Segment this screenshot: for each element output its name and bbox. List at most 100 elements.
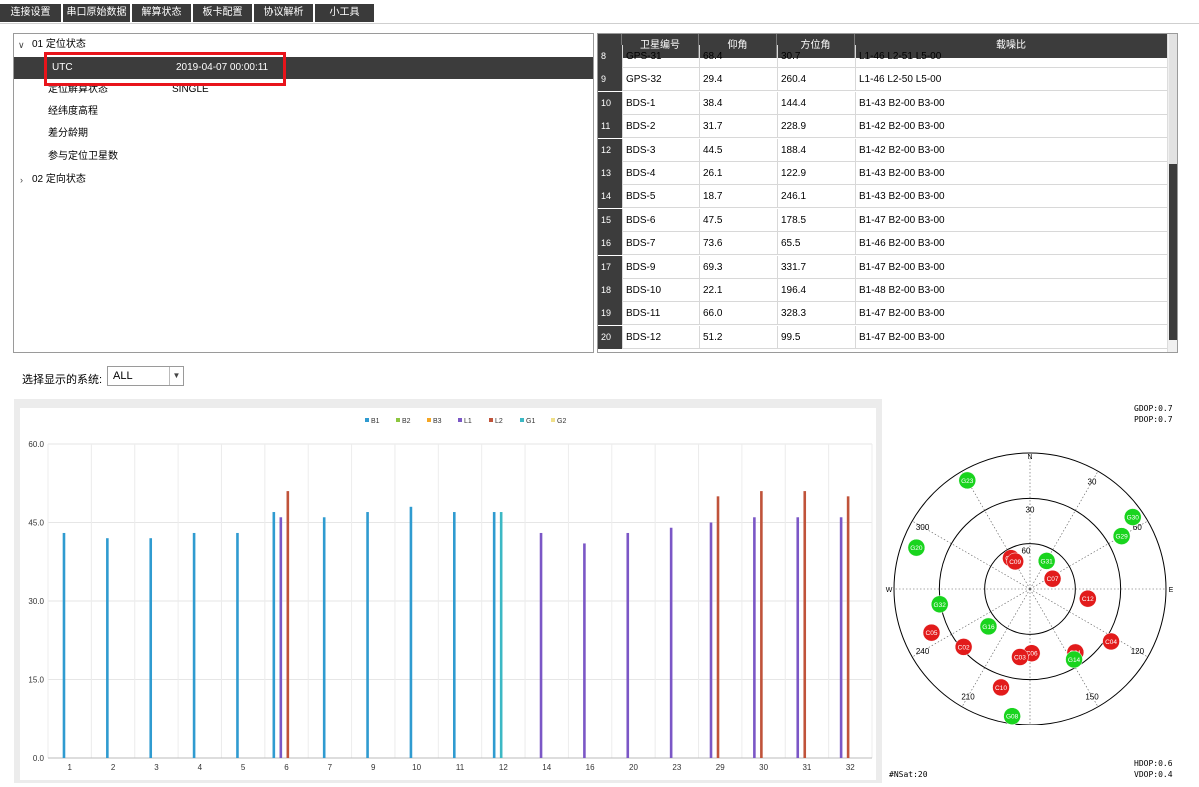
x-tick-label: 5 [241,763,246,772]
row-number: 9 [598,68,622,92]
table-row[interactable]: 12 BDS-3 44.5 188.4 B1-42 B2-00 B3-00 [598,138,1168,162]
table-scrollbar[interactable] [1167,34,1177,352]
nsat-count: #NSat:20 [889,770,928,779]
x-tick-label: 12 [499,763,508,772]
row-number: 15 [598,208,622,232]
table-row[interactable]: 9 GPS-32 29.4 260.4 L1-46 L2-50 L5-00 [598,68,1168,92]
tab-protocol-parse[interactable]: 协议解析 [254,4,314,22]
cell-elevation: 51.2 [699,325,777,349]
cell-sat-id: BDS-1 [622,91,699,115]
chevron-down-icon[interactable]: ▼ [169,367,183,385]
azimuth-spoke [1029,471,1099,590]
cell-cn0: B1-48 B2-00 B3-00 [855,279,1155,302]
tab-board-config[interactable]: 板卡配置 [193,4,253,22]
legend-swatch [365,418,369,422]
cell-elevation: 18.7 [699,185,777,209]
x-tick-label: 14 [542,763,551,772]
cell-elevation: 26.1 [699,162,777,185]
row-number: 19 [598,302,622,326]
satellite-label: G30 [1127,515,1140,522]
tree-item-label: 参与定位卫星数 [48,151,118,162]
chevron-right-icon[interactable]: › [20,169,23,191]
table-row[interactable]: 19 BDS-11 66.0 328.3 B1-47 B2-00 B3-00 [598,302,1168,326]
satellite-label: G32 [934,602,947,609]
system-select-label: 选择显示的系统: [22,374,103,386]
bar-B1-12 [492,512,496,758]
bar-G1-12 [499,512,503,758]
cell-sat-id: BDS-11 [622,302,699,326]
cardinal-E: E [1169,587,1174,594]
legend-label: L2 [495,418,503,425]
tree-item-sat-count[interactable]: 参与定位卫星数 [14,146,593,168]
tab-tools[interactable]: 小工具 [315,4,375,22]
azimuth-spoke [961,471,1031,590]
tree-item-diff-age[interactable]: 差分龄期 [14,123,593,145]
chevron-down-icon[interactable]: ∨ [18,34,25,56]
satellite-label: C02 [958,644,970,651]
cell-sat-id: GPS-31 [622,45,699,68]
cell-sat-id: BDS-7 [622,232,699,256]
cell-sat-id: BDS-5 [622,185,699,209]
table-row[interactable]: 18 BDS-10 22.1 196.4 B1-48 B2-00 B3-00 [598,279,1168,302]
cell-cn0: B1-47 B2-00 B3-00 [855,325,1155,349]
table-row[interactable]: 17 BDS-9 69.3 331.7 B1-47 B2-00 B3-00 [598,255,1168,279]
row-number: 20 [598,325,622,349]
cell-elevation: 66.0 [699,302,777,326]
tab-connection-settings[interactable]: 连接设置 [0,4,62,22]
satellite-label: G20 [910,545,923,552]
table-row[interactable]: 14 BDS-5 18.7 246.1 B1-43 B2-00 B3-00 [598,185,1168,209]
x-tick-label: 10 [412,763,421,772]
scrollbar-track[interactable] [1169,34,1177,164]
x-tick-label: 11 [456,763,465,772]
bar-L2-32 [846,496,850,758]
cell-cn0: L1-46 L2-51 L5-00 [855,45,1155,68]
bar-L1-32 [839,517,843,758]
azimuth-label: 240 [916,647,930,656]
system-select[interactable]: ALL ▼ [107,366,184,386]
row-number: 16 [598,232,622,256]
x-tick-label: 4 [198,763,203,772]
row-number: 10 [598,91,622,115]
scrollbar-thumb[interactable] [1169,164,1177,340]
x-tick-label: 29 [716,763,725,772]
x-tick-label: 23 [672,763,681,772]
azimuth-label: 210 [961,692,975,701]
satellite-label: G08 [1006,714,1019,721]
bar-L1-6 [279,517,283,758]
table-row[interactable]: 20 BDS-12 51.2 99.5 B1-47 B2-00 B3-00 [598,325,1168,349]
tab-bar: 连接设置 串口原始数据 解算状态 板卡配置 协议解析 小工具 [0,0,1199,24]
legend-swatch [489,418,493,422]
azimuth-label: 150 [1085,692,1099,701]
legend-swatch [458,418,462,422]
x-tick-label: 30 [759,763,768,772]
bar-B1-7 [322,517,326,758]
tree-item-lat-lon-height[interactable]: 经纬度高程 [14,101,593,123]
bar-L1-20 [626,532,630,758]
table-row[interactable]: 16 BDS-7 73.6 65.5 B1-46 B2-00 B3-00 [598,232,1168,256]
row-number: 14 [598,185,622,209]
satellite-label: C04 [1105,639,1117,646]
tree-item-label: 经纬度高程 [48,106,98,117]
table-row[interactable]: 11 BDS-2 31.7 228.9 B1-42 B2-00 B3-00 [598,115,1168,139]
table-row[interactable]: 15 BDS-6 47.5 178.5 B1-47 B2-00 B3-00 [598,208,1168,232]
tab-serial-raw-data[interactable]: 串口原始数据 [63,4,131,22]
x-tick-label: 3 [154,763,159,772]
hdop-value: HDOP:0.6 [1134,759,1173,768]
table-row[interactable]: 10 BDS-1 38.4 144.4 B1-43 B2-00 B3-00 [598,91,1168,115]
cell-cn0: B1-43 B2-00 B3-00 [855,91,1155,115]
table-row[interactable]: 13 BDS-4 26.1 122.9 B1-43 B2-00 B3-00 [598,162,1168,185]
y-tick-label: 60.0 [28,440,44,449]
table-row[interactable]: 8 GPS-31 68.4 30.7 L1-46 L2-51 L5-00 [598,45,1168,68]
satellite-label: G29 [1115,534,1128,541]
tab-solution-status[interactable]: 解算状态 [132,4,192,22]
y-tick-label: 30.0 [28,597,44,606]
satellite-label: C03 [1014,655,1026,662]
legend-swatch [427,418,431,422]
cn0-chart: 60.0 45.0 30.0 15.0 0.0 1 2 3 4 5 6 7 9 10 11 12 14 16 20 2… [20,408,876,780]
legend-swatch [396,418,400,422]
legend-label: B1 [371,418,380,425]
cell-elevation: 68.4 [699,45,777,68]
tree-group-orientation[interactable]: › 02 定向状态 [14,169,593,191]
cell-azimuth: 65.5 [777,232,855,256]
cell-sat-id: BDS-6 [622,208,699,232]
